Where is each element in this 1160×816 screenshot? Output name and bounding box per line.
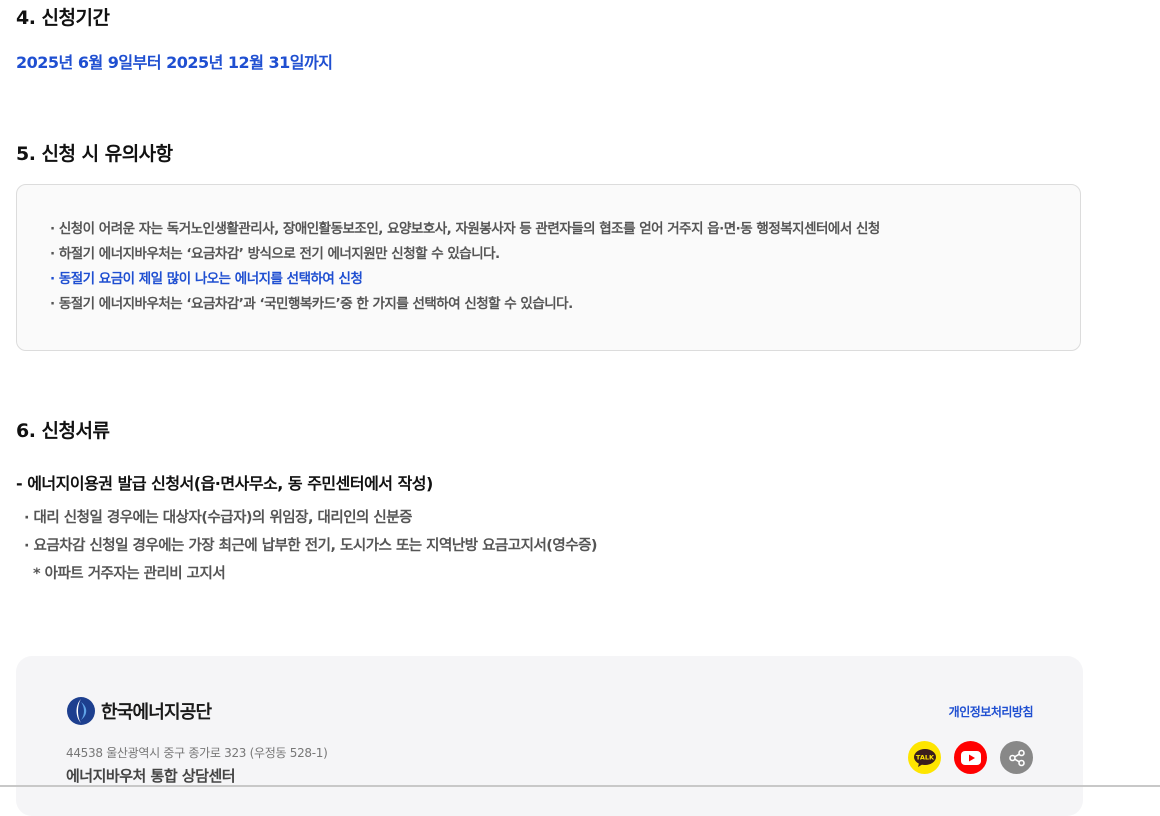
document-list: · 대리 신청일 경우에는 대상자(수급자)의 위임장, 대리인의 신분증 · … — [24, 504, 598, 588]
footer-center-name: 에너지바우처 통합 상담센터 — [66, 767, 236, 785]
footer: 한국에너지공단 개인정보처리방침 44538 울산광역시 중구 종가로 323 … — [16, 656, 1083, 816]
youtube-button[interactable] — [954, 741, 987, 774]
notice-item: · 동절기 에너지바우처는 ‘요금차감’과 ‘국민행복카드’중 한 가지를 선택… — [50, 296, 573, 312]
section-title-period: 4. 신청기간 — [16, 7, 110, 29]
document-item: · 대리 신청일 경우에는 대상자(수급자)의 위임장, 대리인의 신분증 — [24, 510, 412, 526]
notice-box: · 신청이 어려운 자는 독거노인생활관리사, 장애인활동보조인, 요양보호사,… — [16, 184, 1081, 351]
notice-list: · 신청이 어려운 자는 독거노인생활관리사, 장애인활동보조인, 요양보호사,… — [50, 217, 880, 317]
document-subitem: * 아파트 거주자는 관리비 고지서 — [33, 566, 226, 582]
document-item: · 요금차감 신청일 경우에는 가장 최근에 납부한 전기, 도시가스 또는 지… — [24, 538, 598, 554]
document-subtitle: - 에너지이용권 발급 신청서(읍·면사무소, 동 주민센터에서 작성) — [16, 474, 433, 493]
section-title-notice: 5. 신청 시 유의사항 — [16, 143, 173, 165]
share-icon — [1008, 749, 1025, 766]
notice-item: · 하절기 에너지바우처는 ‘요금차감’ 방식으로 전기 에너지원만 신청할 수… — [50, 246, 500, 262]
footer-logo[interactable]: 한국에너지공단 — [66, 696, 212, 726]
logo-text: 한국에너지공단 — [101, 702, 212, 723]
footer-address: 44538 울산광역시 중구 종가로 323 (우정동 528-1) — [66, 746, 328, 760]
section-title-documents: 6. 신청서류 — [16, 420, 110, 442]
kakao-talk-label: TALK — [915, 753, 934, 761]
kakao-talk-button[interactable]: TALK — [908, 741, 941, 774]
notice-item-highlight: · 동절기 요금이 제일 많이 나오는 에너지를 선택하여 신청 — [50, 271, 363, 287]
application-period: 2025년 6월 9일부터 2025년 12월 31일까지 — [16, 53, 333, 72]
kakao-talk-icon: TALK — [913, 748, 936, 767]
notice-item: · 신청이 어려운 자는 독거노인생활관리사, 장애인활동보조인, 요양보호사,… — [50, 221, 880, 237]
energy-agency-logo-icon — [67, 697, 95, 725]
privacy-policy-link[interactable]: 개인정보처리방침 — [949, 703, 1034, 720]
youtube-icon — [960, 750, 981, 765]
share-button[interactable] — [1000, 741, 1033, 774]
social-links: TALK — [908, 741, 1033, 774]
